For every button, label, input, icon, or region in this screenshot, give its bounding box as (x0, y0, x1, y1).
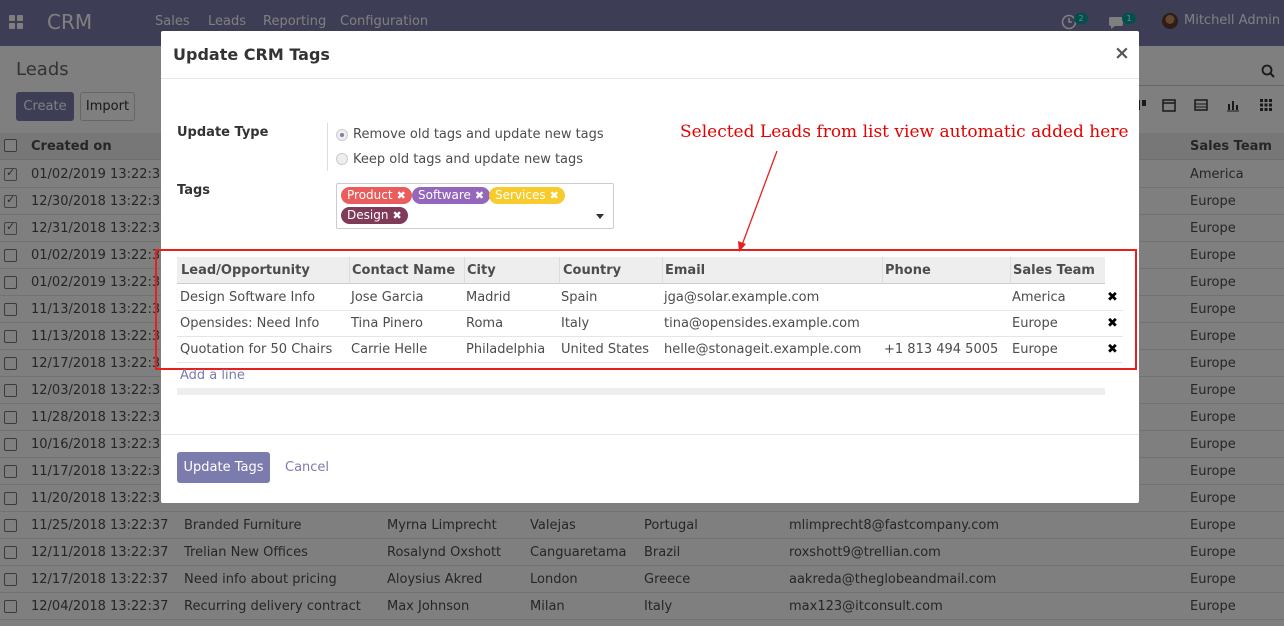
tag-label: Product (347, 188, 393, 202)
delete-row-icon[interactable]: ✖ (1107, 290, 1118, 305)
lead-name: Quotation for 50 Chairs (180, 342, 333, 357)
lead-name: Design Software Info (180, 290, 316, 305)
remove-tag-icon[interactable]: ✖ (550, 189, 559, 202)
delete-row-icon[interactable]: ✖ (1107, 316, 1118, 331)
delete-row-icon[interactable]: ✖ (1107, 342, 1118, 357)
cancel-button[interactable]: Cancel (285, 460, 329, 475)
lead-country: Italy (561, 316, 590, 331)
radio-remove-old-tags[interactable] (336, 129, 348, 141)
lead-phone: +1 813 494 5005 (884, 342, 999, 357)
lead-city: Roma (466, 316, 504, 331)
tags-label: Tags (177, 183, 211, 198)
radio-keep-old-tags-label[interactable]: Keep old tags and update new tags (353, 152, 583, 167)
column-divider (662, 257, 663, 284)
annotation-text: Selected Leads from list view automatic … (680, 122, 1129, 142)
column-sales-team[interactable]: Sales Team (1013, 263, 1095, 278)
lead-email: tina@opensides.example.com (664, 316, 860, 331)
update-type-label: Update Type (177, 125, 269, 140)
column-phone[interactable]: Phone (885, 263, 931, 278)
lead-team: America (1012, 290, 1066, 305)
column-contact-name[interactable]: Contact Name (352, 263, 455, 278)
column-divider (1010, 257, 1011, 284)
lead-row[interactable]: Design Software Info Jose Garcia Madrid … (177, 285, 1123, 311)
lead-row[interactable]: Opensides: Need Info Tina Pinero Roma It… (177, 311, 1123, 337)
lead-country: United States (561, 342, 650, 357)
lead-email: jga@solar.example.com (664, 290, 820, 305)
tag-label: Services (495, 188, 546, 202)
remove-tag-icon[interactable]: ✖ (475, 189, 484, 202)
tag-label: Design (347, 208, 389, 222)
lead-contact: Tina Pinero (351, 316, 423, 331)
lead-country: Spain (561, 290, 598, 305)
lead-row[interactable]: Quotation for 50 Chairs Carrie Helle Phi… (177, 337, 1123, 363)
update-tags-button[interactable]: Update Tags (177, 452, 270, 483)
lead-contact: Jose Garcia (351, 290, 424, 305)
update-crm-tags-dialog: Update CRM Tags × Update Type Remove old… (155, 31, 1139, 503)
remove-tag-icon[interactable]: ✖ (397, 189, 406, 202)
column-divider (464, 257, 465, 284)
column-city[interactable]: City (467, 263, 496, 278)
tag-product: Product ✖ (341, 187, 412, 204)
column-divider (559, 257, 560, 284)
lead-team: Europe (1012, 342, 1058, 357)
leads-table-header: Lead/Opportunity Contact Name City Count… (177, 257, 1105, 284)
column-email[interactable]: Email (665, 263, 705, 278)
field-divider (327, 123, 328, 171)
lead-contact: Carrie Helle (351, 342, 428, 357)
modal-footer: Update Tags Cancel (161, 434, 1139, 503)
lead-city: Philadelphia (466, 342, 546, 357)
lead-city: Madrid (466, 290, 511, 305)
column-divider (349, 257, 350, 284)
tag-design: Design ✖ (341, 207, 408, 224)
lead-team: Europe (1012, 316, 1058, 331)
annotation-arrow-icon (738, 150, 778, 252)
column-country[interactable]: Country (563, 263, 621, 278)
tag-software: Software ✖ (412, 187, 491, 204)
lead-name: Opensides: Need Info (180, 316, 320, 331)
chevron-down-icon[interactable] (596, 214, 604, 219)
leads-table-footer (177, 388, 1105, 395)
radio-keep-old-tags[interactable] (336, 153, 348, 165)
column-lead-opportunity[interactable]: Lead/Opportunity (181, 263, 310, 278)
radio-remove-old-tags-label[interactable]: Remove old tags and update new tags (353, 127, 604, 142)
modal-header: Update CRM Tags × (161, 31, 1139, 79)
tag-label: Software (418, 188, 471, 202)
add-a-line-link[interactable]: Add a line (180, 368, 245, 383)
lead-email: helle@stonageit.example.com (664, 342, 862, 357)
modal-title: Update CRM Tags (173, 45, 330, 64)
tag-services: Services ✖ (489, 187, 565, 204)
close-icon[interactable]: × (1114, 42, 1130, 64)
column-divider (882, 257, 883, 284)
remove-tag-icon[interactable]: ✖ (392, 209, 401, 222)
